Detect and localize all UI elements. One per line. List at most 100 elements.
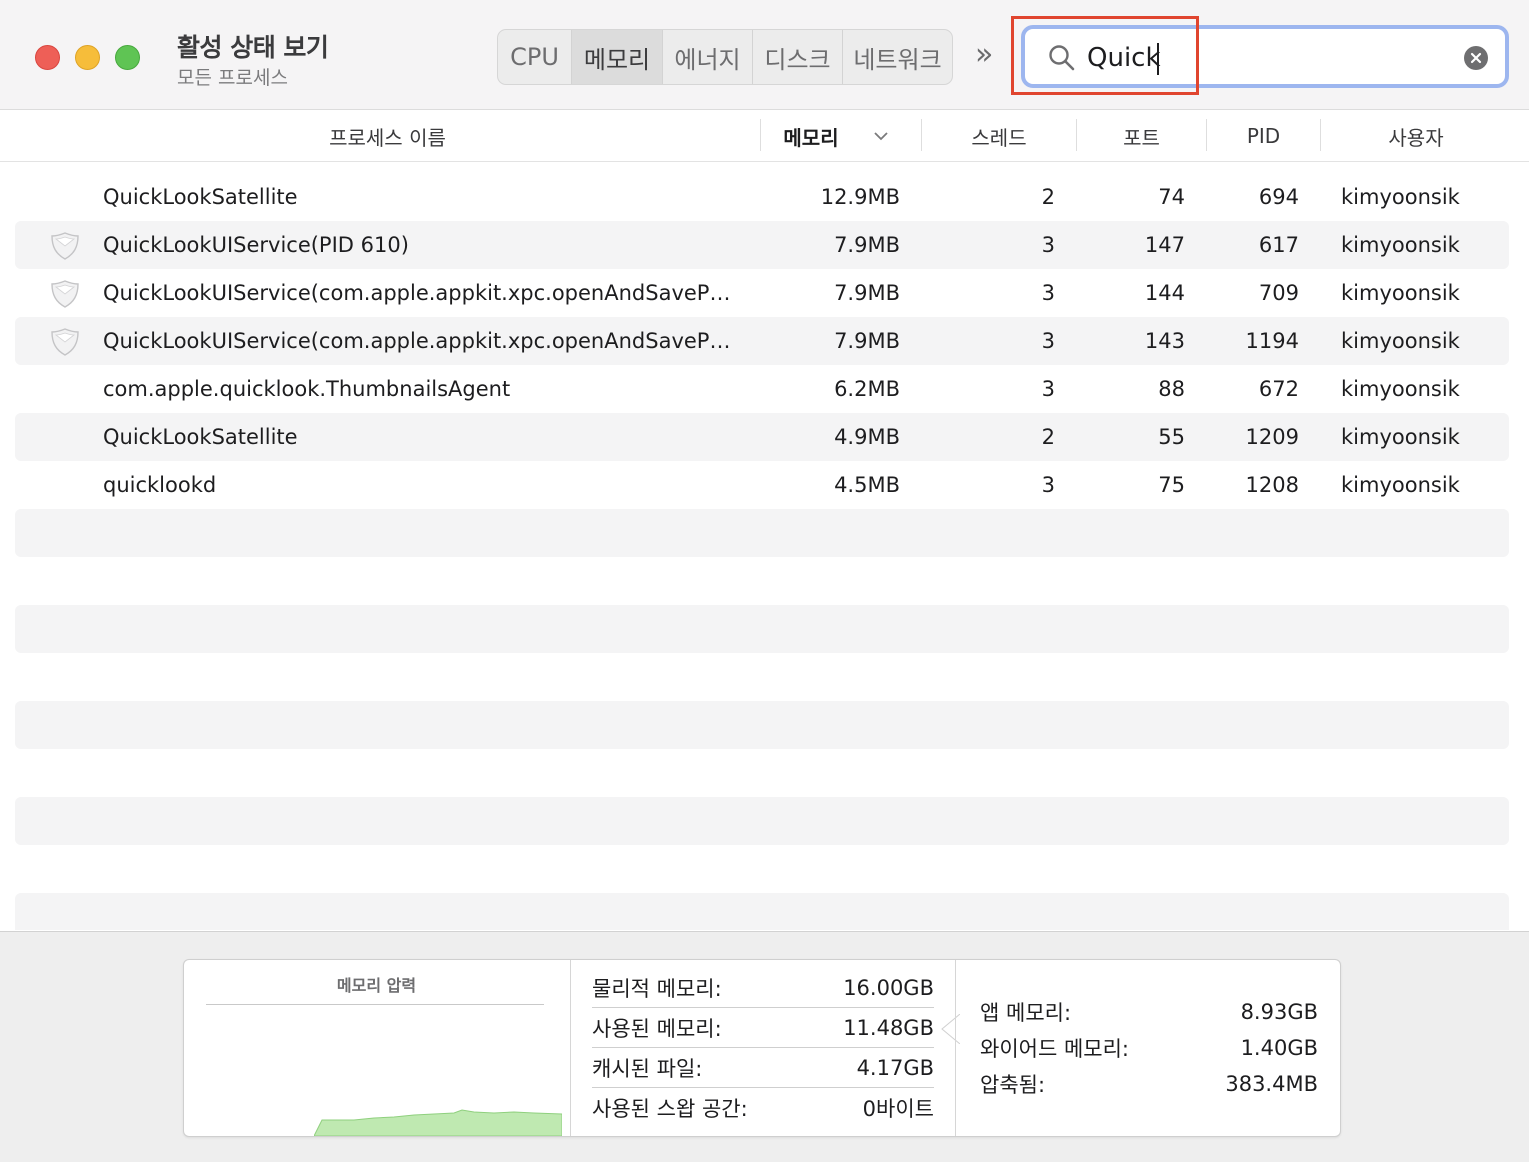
zoom-window-button[interactable] [115, 45, 140, 70]
table-row[interactable]: QuickLookSatellite 12.9MB 2 74 694 kimyoonsik [15, 173, 1509, 221]
close-window-button[interactable] [35, 45, 60, 70]
close-icon [1470, 52, 1482, 64]
stat-label: 사용된 스왑 공간: [592, 1097, 748, 1121]
cell-threads: 2 [1041, 185, 1055, 209]
cell-ports: 55 [1158, 425, 1185, 449]
app-title: 활성 상태 보기 [177, 33, 329, 62]
cell-user: kimyoonsik [1341, 185, 1460, 209]
table-row[interactable]: com.apple.quicklook.ThumbnailsAgent 6.2MB… [15, 365, 1509, 413]
stat-used-memory: 사용된 메모리: 11.48GB [592, 1008, 934, 1048]
cell-ports: 143 [1144, 329, 1185, 353]
empty-row [15, 605, 1509, 653]
tab-energy[interactable]: 에너지 [663, 30, 753, 84]
cell-process-name: quicklookd [103, 473, 217, 497]
table-row[interactable]: quicklookd 4.5MB 3 75 1208 kimyoonsik [15, 461, 1509, 509]
cell-user: kimyoonsik [1341, 425, 1460, 449]
stat-value: 383.4MB [1225, 1072, 1318, 1096]
stat-value: 4.17GB [856, 1055, 934, 1080]
panel-divider [955, 960, 956, 1136]
stat-label: 사용된 메모리: [592, 1016, 722, 1041]
cell-threads: 3 [1041, 473, 1055, 497]
shield-icon [51, 232, 79, 260]
cell-memory: 7.9MB [834, 281, 900, 305]
column-header-process-name[interactable]: 프로세스 이름 [15, 110, 760, 162]
stat-swap-used: 사용된 스왑 공간: 0바이트 [592, 1088, 934, 1128]
cell-memory: 4.5MB [834, 473, 900, 497]
panel-divider [570, 960, 571, 1136]
cell-pid: 1194 [1245, 329, 1299, 353]
empty-row [15, 509, 1509, 557]
cell-pid: 1208 [1245, 473, 1299, 497]
cell-process-name: QuickLookSatellite [103, 185, 298, 209]
app-subtitle[interactable]: 모든 프로세스 [177, 63, 288, 90]
cell-pid: 694 [1258, 185, 1299, 209]
cell-user: kimyoonsik [1341, 281, 1460, 305]
cell-process-name: QuickLookUIService(PID 610) [103, 233, 409, 257]
table-row[interactable]: QuickLookUIService(com.apple.appkit.xpc.… [15, 317, 1509, 365]
cell-process-name: QuickLookSatellite [103, 425, 298, 449]
cell-threads: 3 [1041, 281, 1055, 305]
cell-memory: 7.9MB [834, 329, 900, 353]
clear-search-button[interactable] [1464, 46, 1488, 70]
tab-cpu[interactable]: CPU [498, 30, 572, 84]
tab-disk[interactable]: 디스크 [753, 30, 843, 84]
table-row[interactable]: QuickLookUIService(PID 610) 7.9MB 3 147 617 k… [15, 221, 1509, 269]
cell-memory: 12.9MB [820, 185, 900, 209]
stat-value: 16.00GB [843, 975, 934, 1000]
empty-row [15, 893, 1509, 930]
cell-user: kimyoonsik [1341, 329, 1460, 353]
cell-pid: 1209 [1245, 425, 1299, 449]
toolbar-overflow-chevron-icon[interactable]: » [975, 40, 993, 70]
table-row[interactable]: QuickLookSatellite 4.9MB 2 55 1209 kimyoonsik [15, 413, 1509, 461]
cell-process-name: QuickLookUIService(com.apple.appkit.xpc.… [103, 329, 731, 353]
stat-label: 압축됨: [980, 1073, 1046, 1097]
cell-ports: 74 [1158, 185, 1185, 209]
search-input[interactable] [1087, 41, 1447, 75]
stat-app-memory: 앱 메모리: 8.93GB [980, 994, 1318, 1030]
stat-value: 11.48GB [843, 1015, 934, 1040]
cell-ports: 75 [1158, 473, 1185, 497]
cell-threads: 3 [1041, 233, 1055, 257]
column-header-ports[interactable]: 포트 [1077, 110, 1206, 162]
empty-row [15, 701, 1509, 749]
column-header-threads[interactable]: 스레드 [922, 110, 1076, 162]
memory-summary-panel: 메모리 압력 물리적 메모리: 16.00GB 사용된 메모리: 11.48GB… [183, 959, 1341, 1137]
cell-threads: 3 [1041, 329, 1055, 353]
search-icon [1049, 45, 1075, 71]
shield-icon [51, 280, 79, 308]
process-table: QuickLookSatellite 12.9MB 2 74 694 kimyoonsik… [0, 173, 1529, 930]
cell-user: kimyoonsik [1341, 233, 1460, 257]
stat-value: 0바이트 [862, 1097, 934, 1121]
search-field[interactable] [1021, 25, 1509, 88]
cell-pid: 617 [1258, 233, 1299, 257]
empty-row [15, 797, 1509, 845]
category-tabs: CPU 메모리 에너지 디스크 네트워크 [497, 29, 953, 85]
stat-compressed: 압축됨: 383.4MB [980, 1066, 1318, 1102]
tab-memory[interactable]: 메모리 [572, 30, 663, 84]
stat-wired-memory: 와이어드 메모리: 1.40GB [980, 1030, 1318, 1066]
memory-pressure-title: 메모리 압력 [336, 976, 417, 995]
stat-label: 와이어드 메모리: [980, 1037, 1129, 1061]
column-header-user[interactable]: 사용자 [1321, 110, 1511, 162]
cell-memory: 4.9MB [834, 425, 900, 449]
text-caret [1157, 43, 1159, 75]
cell-threads: 3 [1041, 377, 1055, 401]
stat-cached-files: 캐시된 파일: 4.17GB [592, 1048, 934, 1088]
minimize-window-button[interactable] [75, 45, 100, 70]
stat-label: 물리적 메모리: [592, 976, 722, 1001]
cell-ports: 144 [1144, 281, 1185, 305]
tab-network[interactable]: 네트워크 [843, 30, 952, 84]
column-header-pid[interactable]: PID [1207, 110, 1320, 162]
cell-memory: 6.2MB [834, 377, 900, 401]
cell-threads: 2 [1041, 425, 1055, 449]
cell-pid: 709 [1258, 281, 1299, 305]
table-row[interactable]: QuickLookUIService(com.apple.appkit.xpc.… [15, 269, 1509, 317]
memory-pressure-graph [314, 1109, 562, 1136]
stat-label: 앱 메모리: [980, 1001, 1072, 1025]
cell-ports: 147 [1144, 233, 1185, 257]
sort-descending-chevron-icon [873, 132, 888, 141]
column-header-memory[interactable]: 메모리 [761, 110, 921, 162]
stat-value: 8.93GB [1240, 1000, 1318, 1024]
cell-process-name: QuickLookUIService(com.apple.appkit.xpc.… [103, 281, 731, 305]
cell-pid: 672 [1258, 377, 1299, 401]
